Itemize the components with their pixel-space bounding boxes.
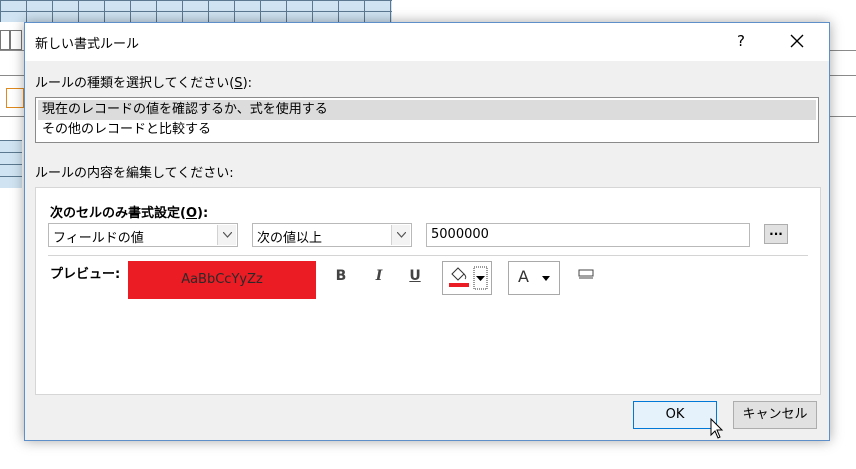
paint-bucket-icon <box>449 266 488 290</box>
underline-button[interactable]: U <box>404 266 426 286</box>
chevron-down-icon[interactable] <box>391 225 410 245</box>
border-icon[interactable] <box>578 268 594 280</box>
background-highlight-cell <box>6 88 24 108</box>
mouse-cursor-icon <box>710 418 724 439</box>
operator-select-value: 次の値以上 <box>257 231 323 246</box>
condition-accesskey: O <box>185 206 198 221</box>
divider <box>48 255 808 256</box>
rule-type-list[interactable]: 現在のレコードの値を確認するか、式を使用する その他のレコードと比較する <box>35 97 819 143</box>
background-grid <box>0 0 392 22</box>
ok-button[interactable]: OK <box>633 401 717 429</box>
close-button[interactable] <box>785 29 809 53</box>
rule-type-label-text: ルールの種類を選択してください( <box>35 76 235 91</box>
field-select-value: フィールドの値 <box>53 231 144 246</box>
title-bar: 新しい書式ルール ? <box>25 23 829 61</box>
bold-button[interactable]: B <box>330 266 352 286</box>
italic-button[interactable]: I <box>368 266 390 286</box>
edit-rule-label: ルールの内容を編集してください: <box>35 166 234 181</box>
preview-sample: AaBbCcYyZz <box>128 261 316 299</box>
operator-select[interactable]: 次の値以上 <box>252 223 412 247</box>
rule-type-item-formula[interactable]: 現在のレコードの値を確認するか、式を使用する <box>38 100 816 120</box>
close-icon <box>790 34 804 48</box>
rule-type-accesskey: S <box>234 76 243 91</box>
condition-label-end: ): <box>197 206 209 221</box>
expression-builder-button[interactable]: ... <box>764 224 788 244</box>
background-cell <box>10 30 22 50</box>
fill-color-button[interactable] <box>442 261 492 295</box>
rule-type-label-end: ): <box>242 76 253 91</box>
rule-type-item-compare[interactable]: その他のレコードと比較する <box>38 120 816 140</box>
condition-label: 次のセルのみ書式設定(O): <box>50 202 208 221</box>
rule-type-label: ルールの種類を選択してください(S): <box>35 72 252 91</box>
preview-label: プレビュー: <box>50 267 121 282</box>
cancel-button[interactable]: キャンセル <box>733 401 817 429</box>
background-grid <box>0 140 22 188</box>
rule-description-panel: 次のセルのみ書式設定(O): フィールドの値 次の値以上 5000000 ...… <box>35 187 821 395</box>
new-format-rule-dialog: 新しい書式ルール ? ルールの種類を選択してください(S): 現在のレコードの値… <box>24 22 830 441</box>
font-color-button[interactable]: A <box>508 261 560 295</box>
value-input[interactable]: 5000000 <box>426 223 750 247</box>
help-button[interactable]: ? <box>729 29 753 53</box>
chevron-down-icon <box>542 276 550 281</box>
background-cell <box>0 30 10 50</box>
field-select[interactable]: フィールドの値 <box>48 223 238 247</box>
value-input-text: 5000000 <box>431 227 489 242</box>
condition-label-text: 次のセルのみ書式設定( <box>50 206 186 221</box>
chevron-down-icon[interactable] <box>217 225 236 245</box>
dialog-title: 新しい書式ルール <box>35 37 140 52</box>
